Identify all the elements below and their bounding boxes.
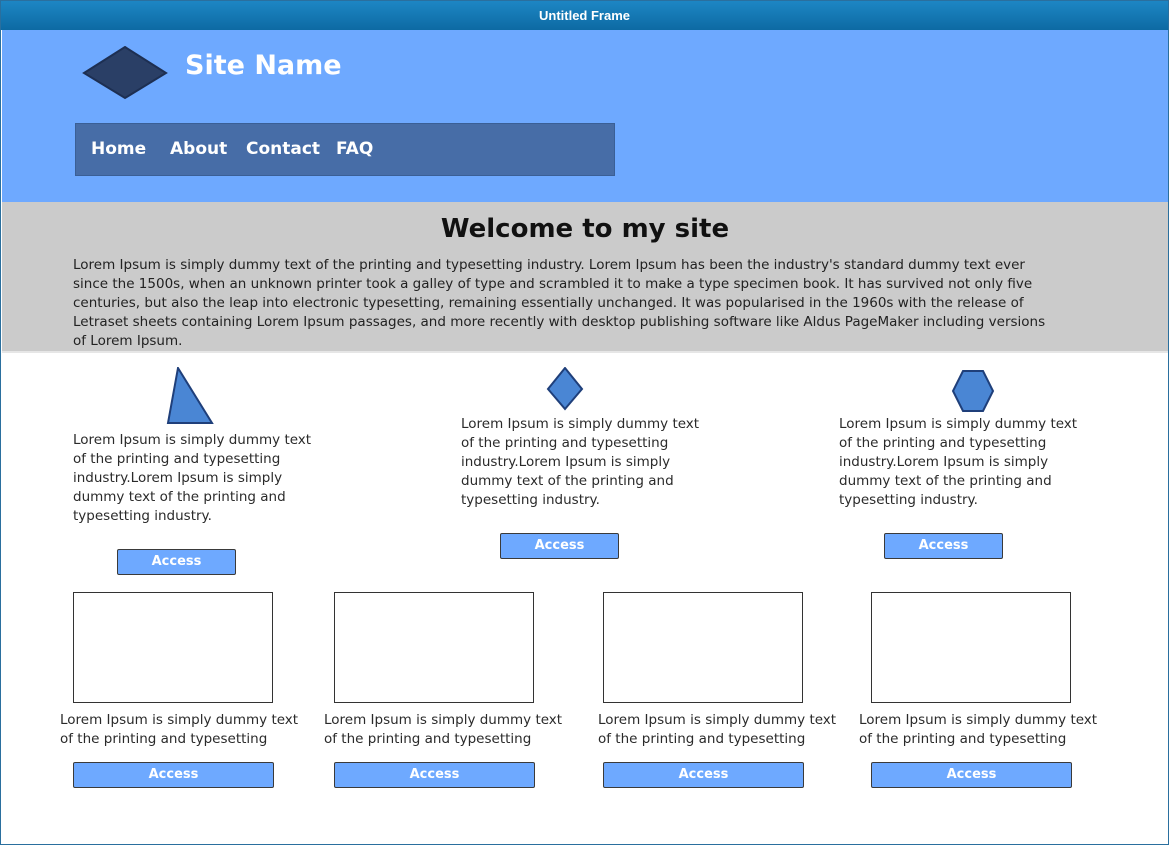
hexagon-icon [951,370,995,412]
image-placeholder [73,592,273,703]
hero-section: Welcome to my site Lorem Ipsum is simply… [2,202,1168,351]
card-3-access-button[interactable]: Access [603,762,804,788]
feature-2-text: Lorem Ipsum is simply dummy text of the … [461,416,700,508]
nav-about[interactable]: About [170,139,227,159]
main-nav: Home About Contact FAQ [75,123,615,176]
window-title: Untitled Frame [1,1,1168,30]
nav-contact[interactable]: Contact [246,139,320,159]
card-3-caption: Lorem Ipsum is simply dummy text of the … [598,712,837,747]
card-4-access-button[interactable]: Access [871,762,1072,788]
nav-home[interactable]: Home [91,139,146,159]
card-4-caption: Lorem Ipsum is simply dummy text of the … [859,712,1098,747]
logo-diamond-icon[interactable] [82,46,168,100]
diamond-icon [546,367,584,411]
image-placeholder [603,592,803,703]
image-placeholder [334,592,534,703]
feature-1-access-button[interactable]: Access [117,549,236,575]
app-window: Untitled Frame Site Name Home About Cont… [0,0,1169,845]
card-2-access-button[interactable]: Access [334,762,535,788]
site-header: Site Name Home About Contact FAQ [2,30,1168,202]
card-2-caption: Lorem Ipsum is simply dummy text of the … [324,712,563,747]
card-1-caption: Lorem Ipsum is simply dummy text of the … [60,712,299,747]
nav-faq[interactable]: FAQ [336,139,373,159]
image-placeholder [871,592,1071,703]
site-name[interactable]: Site Name [185,50,342,81]
card-1-access-button[interactable]: Access [73,762,274,788]
hero-text: Lorem Ipsum is simply dummy text of the … [73,257,1046,349]
hero-title: Welcome to my site [440,214,730,244]
feature-2-access-button[interactable]: Access [500,533,619,559]
feature-1-text: Lorem Ipsum is simply dummy text of the … [73,432,312,524]
feature-3-text: Lorem Ipsum is simply dummy text of the … [839,416,1078,508]
section-divider [2,351,1168,353]
feature-3-access-button[interactable]: Access [884,533,1003,559]
triangle-icon [166,367,214,424]
